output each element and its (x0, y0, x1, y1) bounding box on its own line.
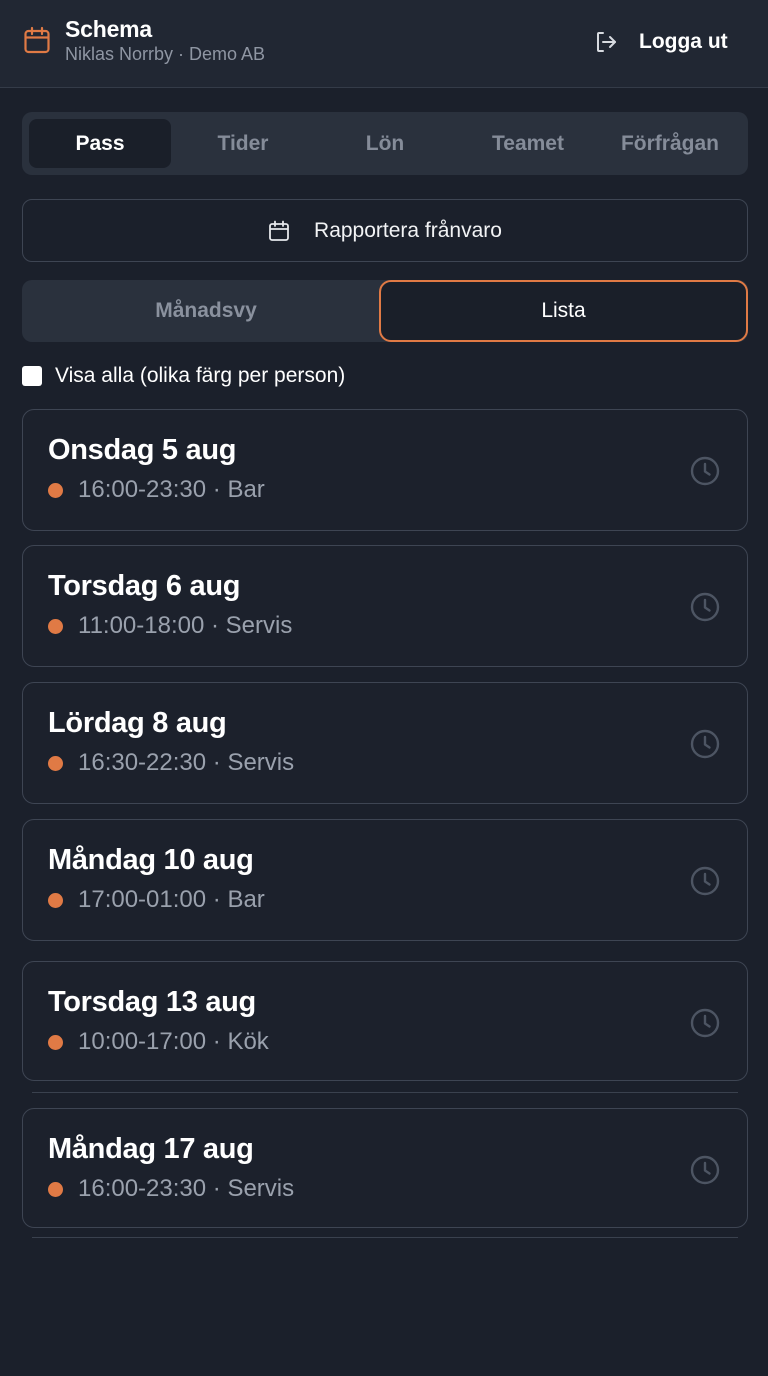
shift-detail: 16:30-22:30 · Servis (78, 749, 295, 776)
shift-date: Lördag 8 aug (48, 707, 227, 739)
shift-card[interactable]: Måndag 17 aug 16:00-23:30 · Servis (22, 1108, 748, 1228)
shift-detail: 16:00-23:30 · Servis (78, 1175, 295, 1202)
view-toggle: Månadsvy Lista (22, 280, 748, 342)
clock-icon (690, 1155, 720, 1185)
shift-detail: 10:00-17:00 · Kök (78, 1028, 269, 1055)
shift-info: 10:00-17:00 · Kök (48, 1028, 269, 1056)
main-tabs: Pass Tider Lön Teamet Förfrågan (22, 112, 748, 175)
status-dot (48, 1034, 63, 1050)
week-divider (32, 1092, 738, 1093)
shift-date: Måndag 17 aug (48, 1133, 254, 1165)
report-absence-button[interactable]: Rapportera frånvaro (22, 199, 748, 262)
app-header: Schema Niklas Norrby · Demo AB Logga ut (0, 0, 768, 88)
report-absence-label: Rapportera frånvaro (314, 218, 502, 242)
week-divider (32, 1237, 738, 1238)
shift-card[interactable]: Torsdag 6 aug 11:00-18:00 · Servis (22, 545, 748, 667)
list-view-button[interactable]: Lista (379, 280, 748, 342)
shift-date: Torsdag 6 aug (48, 570, 241, 602)
user-company-label: Niklas Norrby · Demo AB (65, 44, 266, 64)
clock-icon (690, 456, 720, 486)
clock-icon (690, 1008, 720, 1038)
clock-icon (690, 729, 720, 759)
shift-info: 16:30-22:30 · Servis (48, 749, 294, 777)
show-all-label[interactable]: Visa alla (olika färg per person) (55, 364, 345, 388)
show-all-row: Visa alla (olika färg per person) (22, 364, 345, 388)
status-dot (48, 618, 63, 634)
shift-info: 17:00-01:00 · Bar (48, 886, 265, 914)
month-view-button[interactable]: Månadsvy (22, 280, 390, 342)
shift-info: 16:00-23:30 · Servis (48, 1175, 294, 1203)
tab-pass[interactable]: Pass (29, 119, 171, 168)
clock-icon (690, 592, 720, 622)
calendar-icon (24, 26, 50, 54)
shift-card[interactable]: Onsdag 5 aug 16:00-23:30 · Bar (22, 409, 748, 531)
tab-teamet[interactable]: Teamet (457, 119, 599, 168)
shift-date: Torsdag 13 aug (48, 986, 256, 1018)
shift-card[interactable]: Måndag 10 aug 17:00-01:00 · Bar (22, 819, 748, 941)
tab-tider[interactable]: Tider (172, 119, 314, 168)
status-dot (48, 482, 63, 498)
calendar-icon (269, 220, 289, 241)
shift-date: Måndag 10 aug (48, 844, 254, 876)
status-dot (48, 755, 63, 771)
shift-info: 16:00-23:30 · Bar (48, 476, 265, 504)
status-dot (48, 1181, 63, 1197)
logout-button[interactable]: Logga ut (594, 27, 728, 57)
logout-icon (597, 32, 616, 52)
shift-card[interactable]: Lördag 8 aug 16:30-22:30 · Servis (22, 682, 748, 804)
shift-detail: 11:00-18:00 · Servis (78, 612, 293, 639)
tab-forfragan[interactable]: Förfrågan (599, 119, 741, 168)
shift-detail: 16:00-23:30 · Bar (78, 476, 265, 503)
clock-icon (690, 866, 720, 896)
shift-date: Onsdag 5 aug (48, 434, 237, 466)
app-title: Schema (65, 16, 153, 42)
show-all-checkbox[interactable] (22, 366, 42, 386)
status-dot (48, 892, 63, 908)
tab-lon[interactable]: Lön (314, 119, 456, 168)
logout-label: Logga ut (639, 30, 728, 53)
shift-info: 11:00-18:00 · Servis (48, 612, 292, 640)
shift-card[interactable]: Torsdag 13 aug 10:00-17:00 · Kök (22, 961, 748, 1081)
shift-detail: 17:00-01:00 · Bar (78, 886, 265, 913)
